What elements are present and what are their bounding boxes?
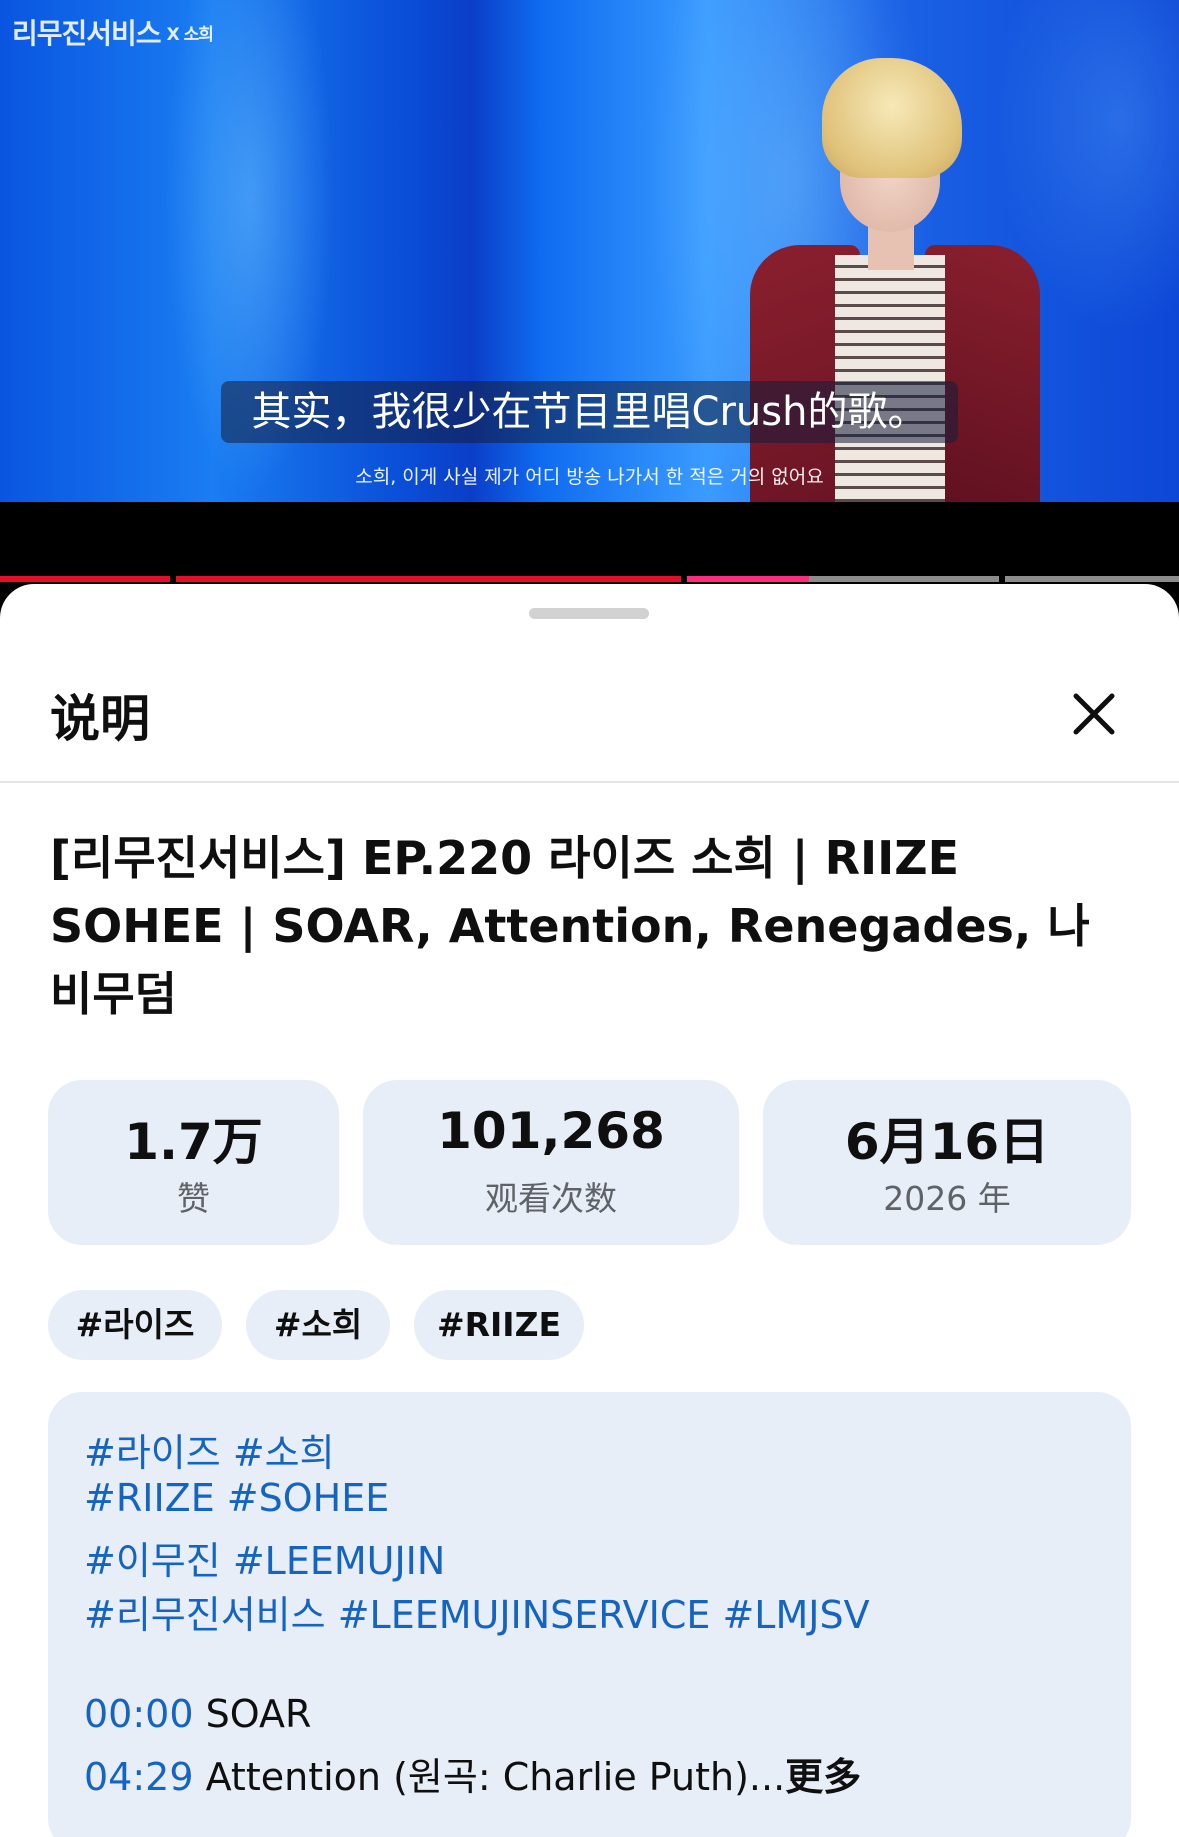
likes-stat: 1.7万 赞 <box>48 1080 339 1245</box>
video-player[interactable]: 리무진서비스 X 소희 其实，我很少在节目里唱Crush的歌。 소희, 이게 사실… <box>0 0 1179 502</box>
likes-label: 赞 <box>177 1179 210 1218</box>
views-stat: 101,268 观看次数 <box>363 1080 739 1245</box>
hashtag-link[interactable]: #LMJSV <box>722 1593 869 1637</box>
close-button[interactable] <box>1064 684 1124 744</box>
chapter-line: 00:00 SOAR <box>84 1692 311 1736</box>
description-sheet: 说明 [리무진서비스] EP.220 라이즈 소희 | RIIZE SOHEE … <box>0 584 1179 1837</box>
close-icon <box>1073 693 1115 735</box>
publish-year: 2026 年 <box>883 1179 1011 1218</box>
views-label: 观看次数 <box>485 1179 617 1218</box>
progress-chapter-3[interactable] <box>687 576 809 582</box>
progress-chapter-2[interactable] <box>176 576 681 582</box>
hashtag-link[interactable]: #SOHEE <box>227 1476 389 1520</box>
hashtag-line: #라이즈 #소희 <box>84 1422 335 1477</box>
chapter-timestamp[interactable]: 04:29 <box>84 1755 194 1799</box>
video-letterbox <box>0 502 1179 578</box>
hashtag-line: #리무진서비스 #LEEMUJINSERVICE #LMJSV <box>84 1584 870 1639</box>
tag-chip[interactable]: #소희 <box>246 1290 390 1360</box>
views-count: 101,268 <box>437 1102 665 1160</box>
date-stat: 6月16日 2026 年 <box>763 1080 1131 1245</box>
hashtag-link[interactable]: #리무진서비스 <box>84 1593 326 1637</box>
tag-chip[interactable]: #RIIZE <box>414 1290 584 1360</box>
likes-count: 1.7万 <box>124 1113 263 1171</box>
subtitle-chinese: 其实，我很少在节目里唱Crush的歌。 <box>221 381 958 443</box>
chapter-title: SOAR <box>205 1692 312 1736</box>
tag-chip[interactable]: #라이즈 <box>48 1290 222 1360</box>
hashtag-line: #이무진 #LEEMUJIN <box>84 1530 445 1585</box>
chapter-title: Attention (원곡: Charlie Puth)... <box>205 1755 786 1799</box>
hashtag-link[interactable]: #소희 <box>233 1431 335 1475</box>
hashtag-link[interactable]: #LEEMUJINSERVICE <box>338 1593 711 1637</box>
progress-chapter-4[interactable] <box>809 576 999 582</box>
hashtag-link[interactable]: #LEEMUJIN <box>233 1539 445 1583</box>
sheet-title: 说明 <box>50 690 150 748</box>
description-box[interactable]: #라이즈 #소희 #RIIZE #SOHEE #이무진 #LEEMUJIN #리… <box>48 1392 1131 1837</box>
hashtag-link[interactable]: #라이즈 <box>84 1431 221 1475</box>
more-button[interactable]: 更多 <box>785 1755 861 1799</box>
progress-chapter-5[interactable] <box>1005 576 1179 582</box>
subtitle-korean: 소희, 이게 사실 제가 어디 방송 나가서 한 적은 거의 없어요 <box>355 466 824 488</box>
publish-date: 6月16日 <box>844 1113 1050 1171</box>
video-progress-bar[interactable] <box>0 576 1179 582</box>
channel-logo: 리무진서비스 X 소희 <box>12 17 214 50</box>
hashtag-line: #RIIZE #SOHEE <box>84 1476 389 1520</box>
hashtag-link[interactable]: #이무진 <box>84 1539 221 1583</box>
progress-chapter-1[interactable] <box>0 576 170 582</box>
sheet-drag-handle[interactable] <box>529 608 649 619</box>
chapter-line: 04:29 Attention (원곡: Charlie Puth)...更多 <box>84 1746 861 1801</box>
chapter-timestamp[interactable]: 00:00 <box>84 1692 194 1736</box>
header-divider <box>0 781 1179 783</box>
hashtag-link[interactable]: #RIIZE <box>84 1476 215 1520</box>
video-title: [리무진서비스] EP.220 라이즈 소희 | RIIZE SOHEE | S… <box>50 831 1090 1021</box>
